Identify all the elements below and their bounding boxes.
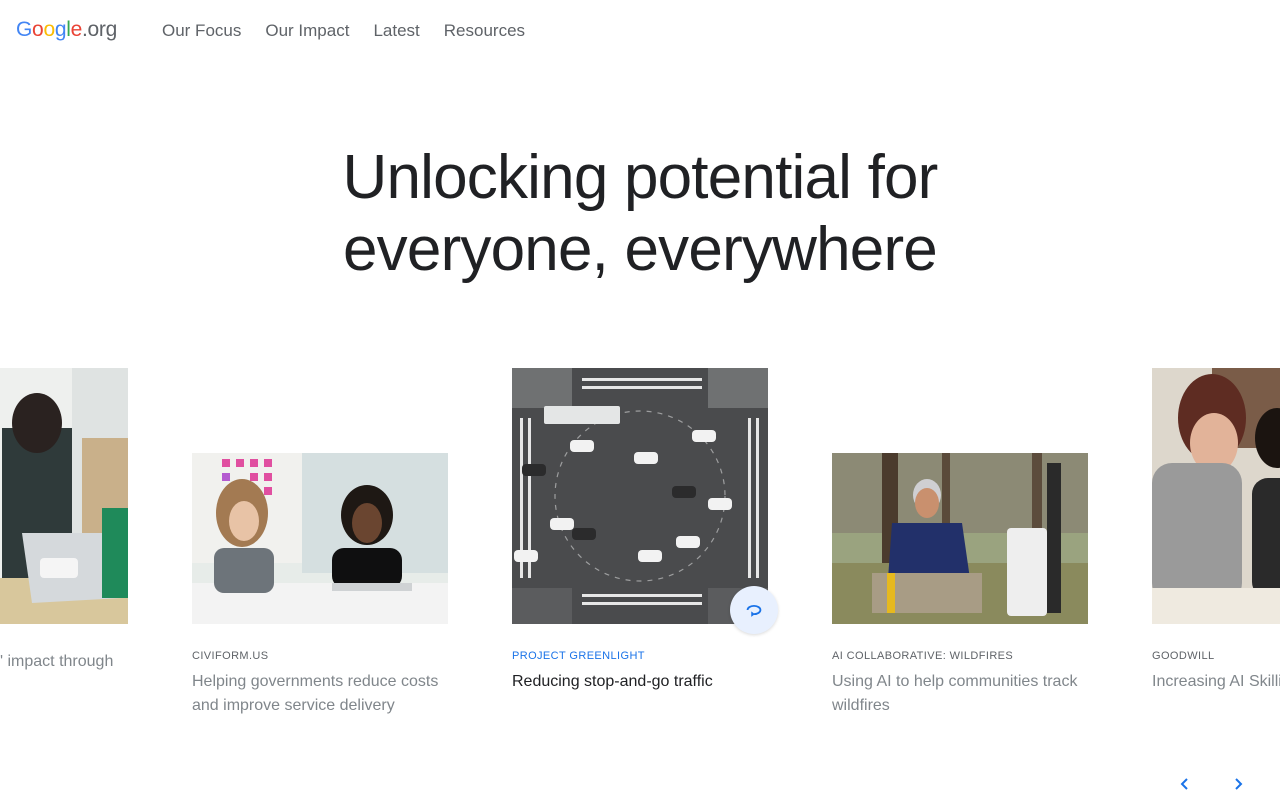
card-title: Helping governments reduce costs and imp… [192,673,439,714]
nav-resources[interactable]: Resources [444,21,525,41]
card-image-classroom [0,368,128,624]
logo-letter-e: e [70,18,83,41]
hero-line-2: everyone, everywhere [343,215,938,284]
replay-button[interactable] [730,586,778,634]
card-eyebrow: AI COLLABORATIVE: WILDFIRES [832,650,1014,662]
site-header: Google.org Our Focus Our Impact Latest R… [0,0,1280,64]
carousel-next-button[interactable] [1226,772,1250,796]
carousel-card-civiform[interactable]: CIVIFORM.US Helping governments reduce c… [192,453,448,718]
carousel-card-partial-left[interactable]: ' impact through [0,368,128,674]
replay-icon [746,604,762,617]
logo-letter-o1: o [32,18,44,41]
card-image-goodwill [1152,368,1280,624]
card-title: ' impact through [0,653,114,670]
nav-our-impact[interactable]: Our Impact [265,21,349,41]
hero-heading: Unlocking potential for everyone, everyw… [240,142,1040,286]
carousel-card-goodwill[interactable]: GOODWILL Increasing AI Skilli in rural a… [1152,368,1280,694]
logo-suffix: .org [81,18,117,41]
card-eyebrow: PROJECT GREENLIGHT [512,650,645,662]
card-image-traffic [512,368,768,624]
logo-letter-g: G [16,18,33,41]
logo-letter-g2: g [54,18,67,41]
carousel-card-project-greenlight[interactable]: PROJECT GREENLIGHT Reducing stop-and-go … [512,368,768,694]
chevron-left-icon [1180,778,1188,790]
card-eyebrow: GOODWILL [1152,650,1215,662]
card-title: Reducing stop-and-go traffic [512,673,713,690]
card-title: Using AI to help communities track wildf… [832,673,1078,714]
carousel-card-clip-right: GOODWILL Increasing AI Skilli in rural a… [1152,368,1280,728]
card-image-civiform [192,453,448,624]
hero-line-1: Unlocking potential for [342,143,938,212]
carousel-card-wildfires[interactable]: AI COLLABORATIVE: WILDFIRES Using AI to … [832,453,1088,718]
google-org-logo[interactable]: Google.org [16,18,117,42]
card-image-wildfires [832,453,1088,624]
logo-letter-o2: o [43,18,55,41]
chevron-right-icon [1235,778,1243,790]
card-eyebrow: CIVIFORM.US [192,650,269,662]
carousel-card-clip-left: ' impact through [0,368,128,728]
nav-latest[interactable]: Latest [373,21,419,41]
card-title: Increasing AI Skilli in rural areas [1152,673,1280,690]
carousel-prev-button[interactable] [1173,772,1197,796]
main-nav: Our Focus Our Impact Latest Resources [162,21,525,41]
nav-our-focus[interactable]: Our Focus [162,21,241,41]
